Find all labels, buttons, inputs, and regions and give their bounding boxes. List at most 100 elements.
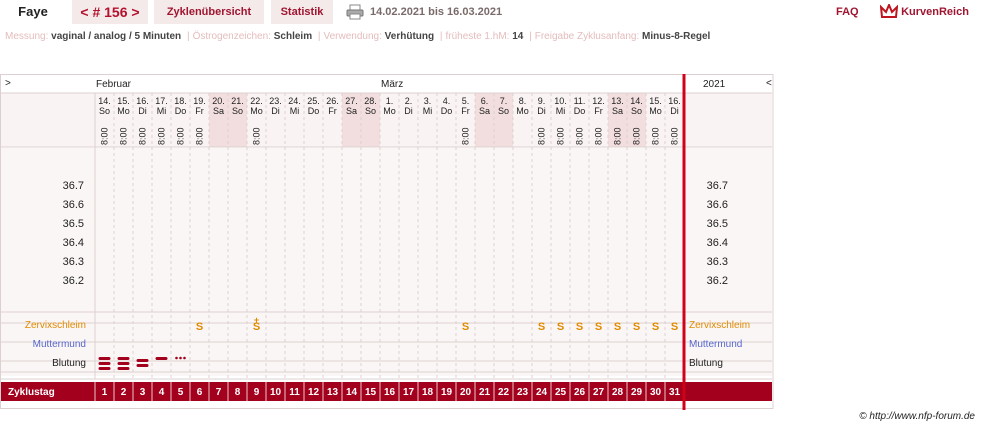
row-label-mumu: Muttermund xyxy=(33,339,86,350)
weekday-label: Fr xyxy=(328,106,337,116)
date-label: 5. xyxy=(462,96,470,106)
cycleday-number: 10 xyxy=(270,387,282,398)
year-label: 2021 xyxy=(703,79,726,90)
cycleday-number: 14 xyxy=(346,387,358,398)
cervix-mark: S xyxy=(595,321,602,333)
info-label: Messung: xyxy=(5,31,52,42)
bleeding-medium xyxy=(136,359,149,362)
bleeding-spotting xyxy=(175,356,178,360)
cycleday-number: 17 xyxy=(403,387,415,398)
cycleday-number: 1 xyxy=(102,387,108,398)
row-label-cervix-right: Zervixschleim xyxy=(689,320,750,331)
date-label: 6. xyxy=(481,96,489,106)
date-label: 3. xyxy=(424,96,432,106)
temp-tick-left: 36.5 xyxy=(63,218,84,230)
bleeding-spotting xyxy=(179,356,182,360)
bleeding-spotting xyxy=(183,356,186,360)
cycleday-number: 5 xyxy=(178,387,184,398)
weekday-label: Do xyxy=(441,106,453,116)
weekday-label: So xyxy=(631,106,642,116)
crown-icon xyxy=(879,2,899,19)
weekday-label: Do xyxy=(308,106,320,116)
cycleday-number: 22 xyxy=(498,387,510,398)
cycleday-number: 18 xyxy=(422,387,434,398)
top-bar: Faye < # 156 > Zyklenübersicht Statistik… xyxy=(0,0,981,26)
weekday-label: So xyxy=(365,106,376,116)
info-label: Östrogenzeichen: xyxy=(192,31,274,42)
cycleday-number: 25 xyxy=(555,387,567,398)
time-label: 8:00 xyxy=(670,127,680,145)
weekday-label: Fr xyxy=(195,106,204,116)
date-range: 14.02.2021 bis 16.03.2021 xyxy=(370,6,503,18)
weekday-label: Mi xyxy=(290,106,300,116)
cycleday-number: 8 xyxy=(235,387,241,398)
date-label: 10. xyxy=(554,96,567,106)
tab-statistics[interactable]: Statistik xyxy=(271,0,333,24)
cycleday-number: 7 xyxy=(216,387,222,398)
cervix-mark: S xyxy=(576,321,583,333)
weekday-label: So xyxy=(498,106,509,116)
time-label: 8:00 xyxy=(632,127,642,145)
month-label: März xyxy=(381,79,403,90)
weekday-label: Mi xyxy=(423,106,433,116)
temp-tick-left: 36.3 xyxy=(63,256,84,268)
info-separator: | xyxy=(529,31,532,42)
time-label: 8:00 xyxy=(195,127,205,145)
weekday-label: Di xyxy=(537,106,546,116)
weekday-label: Fr xyxy=(594,106,603,116)
weekday-label: Di xyxy=(404,106,413,116)
info-separator: | xyxy=(317,31,321,42)
tab-cycle-overview[interactable]: Zyklenübersicht xyxy=(154,0,264,24)
date-label: 22. xyxy=(250,96,263,106)
date-label: 14. xyxy=(98,96,111,106)
date-label: 26. xyxy=(326,96,339,106)
info-label: Freigabe Zyklusanfang: xyxy=(534,31,642,42)
info-value: Schleim xyxy=(273,31,315,42)
cycleday-number: 31 xyxy=(669,387,681,398)
bleeding-heavy xyxy=(117,362,130,365)
copyright: © http://www.nfp-forum.de xyxy=(859,411,975,422)
weekday-label: Mo xyxy=(250,106,263,116)
cervix-mark: S xyxy=(557,321,564,333)
weekday-label: Mo xyxy=(383,106,396,116)
time-label: 8:00 xyxy=(138,127,148,145)
cervix-mark: S xyxy=(196,321,203,333)
cervix-mark: S xyxy=(253,321,260,333)
time-label: 8:00 xyxy=(537,127,547,145)
temp-tick-left: 36.2 xyxy=(63,275,84,287)
info-label: Verwendung: xyxy=(323,31,385,42)
logo[interactable]: KurvenReich xyxy=(879,0,981,24)
temp-tick-left: 36.4 xyxy=(63,237,84,249)
cycle-info-line: Messung: vaginal / analog / 5 Minuten | Ö… xyxy=(5,31,710,42)
cycleday-number: 15 xyxy=(365,387,377,398)
cycleday-number: 12 xyxy=(308,387,320,398)
bleeding-heavy xyxy=(98,357,111,360)
info-value: vaginal / analog / 5 Minuten xyxy=(51,31,184,42)
temp-tick-right: 36.4 xyxy=(707,237,728,249)
date-label: 8. xyxy=(519,96,527,106)
weekday-label: So xyxy=(99,106,110,116)
info-label: früheste 1.hM: xyxy=(445,31,513,42)
nav-prev: > xyxy=(5,78,11,89)
cycle-navigator[interactable]: < # 156 > xyxy=(72,0,148,24)
info-value: Verhütung xyxy=(384,31,437,42)
cycleday-number: 6 xyxy=(197,387,203,398)
faq-link[interactable]: FAQ xyxy=(836,0,859,24)
date-label: 27. xyxy=(345,96,358,106)
cervix-mark: S xyxy=(652,321,659,333)
cycleday-number: 20 xyxy=(460,387,472,398)
cycleday-number: 26 xyxy=(574,387,586,398)
logo-text: KurvenReich xyxy=(901,6,969,18)
date-label: 16. xyxy=(668,96,681,106)
cervix-mark: S xyxy=(462,321,469,333)
weekday-label: Do xyxy=(574,106,586,116)
weekday-label: Mo xyxy=(516,106,529,116)
temp-tick-left: 36.7 xyxy=(63,180,84,192)
date-label: 7. xyxy=(500,96,508,106)
bleeding-light xyxy=(155,357,168,360)
weekday-label: Di xyxy=(271,106,280,116)
date-label: 24. xyxy=(288,96,301,106)
info-separator: | xyxy=(439,31,443,42)
nav-next: < xyxy=(766,78,772,89)
printer-icon[interactable] xyxy=(346,4,366,20)
